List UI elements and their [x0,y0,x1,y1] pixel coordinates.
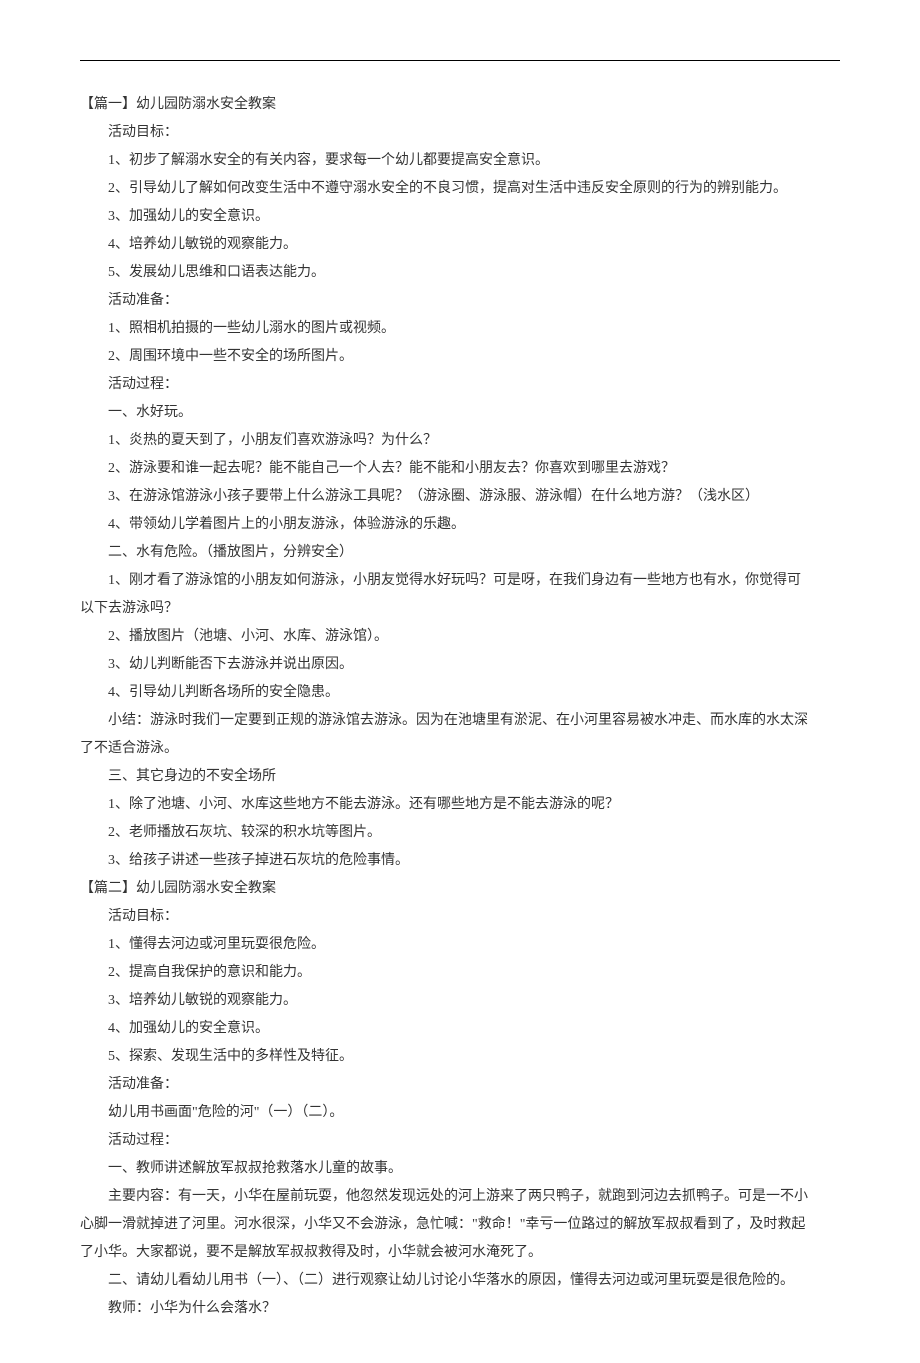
text-line: 1、初步了解溺水安全的有关内容，要求每一个幼儿都要提高安全意识。 [80,147,840,175]
text-line: 了不适合游泳。 [80,735,840,763]
text-line: 心脚一滑就掉进了河里。河水很深，小华又不会游泳，急忙喊："救命！"幸亏一位路过的… [80,1211,840,1239]
text-line: 3、培养幼儿敏锐的观察能力。 [80,987,840,1015]
text-line: 2、播放图片（池塘、小河、水库、游泳馆）。 [80,623,840,651]
document-page: 【篇一】幼儿园防溺水安全教案活动目标：1、初步了解溺水安全的有关内容，要求每一个… [0,0,920,1363]
text-line: 3、加强幼儿的安全意识。 [80,203,840,231]
text-line: 了小华。大家都说，要不是解放军叔叔救得及时，小华就会被河水淹死了。 [80,1239,840,1267]
text-line: 3、幼儿判断能否下去游泳并说出原因。 [80,651,840,679]
text-line: 一、教师讲述解放军叔叔抢救落水儿童的故事。 [80,1155,840,1183]
top-rule [80,60,840,61]
text-line: 三、其它身边的不安全场所 [80,763,840,791]
text-line: 3、在游泳馆游泳小孩子要带上什么游泳工具呢？（游泳圈、游泳服、游泳帽）在什么地方… [80,483,840,511]
text-line: 5、发展幼儿思维和口语表达能力。 [80,259,840,287]
text-line: 二、水有危险。（播放图片，分辨安全） [80,539,840,567]
text-line: 活动目标： [80,119,840,147]
text-line: 2、周围环境中一些不安全的场所图片。 [80,343,840,371]
text-line: 小结：游泳时我们一定要到正规的游泳馆去游泳。因为在池塘里有淤泥、在小河里容易被水… [80,707,840,735]
text-line: 4、引导幼儿判断各场所的安全隐患。 [80,679,840,707]
text-line: 活动准备： [80,1071,840,1099]
text-line: 4、培养幼儿敏锐的观察能力。 [80,231,840,259]
text-line: 2、游泳要和谁一起去呢？能不能自己一个人去？能不能和小朋友去？你喜欢到哪里去游戏… [80,455,840,483]
document-body: 【篇一】幼儿园防溺水安全教案活动目标：1、初步了解溺水安全的有关内容，要求每一个… [80,91,840,1323]
text-line: 幼儿用书画面"危险的河"（一）（二）。 [80,1099,840,1127]
text-line: 活动目标： [80,903,840,931]
text-line: 以下去游泳吗？ [80,595,840,623]
text-line: 1、除了池塘、小河、水库这些地方不能去游泳。还有哪些地方是不能去游泳的呢？ [80,791,840,819]
text-line: 2、引导幼儿了解如何改变生活中不遵守溺水安全的不良习惯，提高对生活中违反安全原则… [80,175,840,203]
text-line: 活动过程： [80,1127,840,1155]
text-line: 4、带领幼儿学着图片上的小朋友游泳，体验游泳的乐趣。 [80,511,840,539]
text-line: 2、老师播放石灰坑、较深的积水坑等图片。 [80,819,840,847]
text-line: 主要内容：有一天，小华在屋前玩耍，他忽然发现远处的河上游来了两只鸭子，就跑到河边… [80,1183,840,1211]
text-line: 活动过程： [80,371,840,399]
text-line: 1、炎热的夏天到了，小朋友们喜欢游泳吗？为什么？ [80,427,840,455]
text-line: 活动准备： [80,287,840,315]
text-line: 3、给孩子讲述一些孩子掉进石灰坑的危险事情。 [80,847,840,875]
text-line: 1、照相机拍摄的一些幼儿溺水的图片或视频。 [80,315,840,343]
text-line: 【篇一】幼儿园防溺水安全教案 [80,91,840,119]
text-line: 教师：小华为什么会落水？ [80,1295,840,1323]
text-line: 二、请幼儿看幼儿用书（一）、（二）进行观察让幼儿讨论小华落水的原因，懂得去河边或… [80,1267,840,1295]
text-line: 1、刚才看了游泳馆的小朋友如何游泳，小朋友觉得水好玩吗？可是呀，在我们身边有一些… [80,567,840,595]
text-line: 5、探索、发现生活中的多样性及特征。 [80,1043,840,1071]
text-line: 2、提高自我保护的意识和能力。 [80,959,840,987]
text-line: 1、懂得去河边或河里玩耍很危险。 [80,931,840,959]
text-line: 4、加强幼儿的安全意识。 [80,1015,840,1043]
text-line: 一、水好玩。 [80,399,840,427]
text-line: 【篇二】幼儿园防溺水安全教案 [80,875,840,903]
